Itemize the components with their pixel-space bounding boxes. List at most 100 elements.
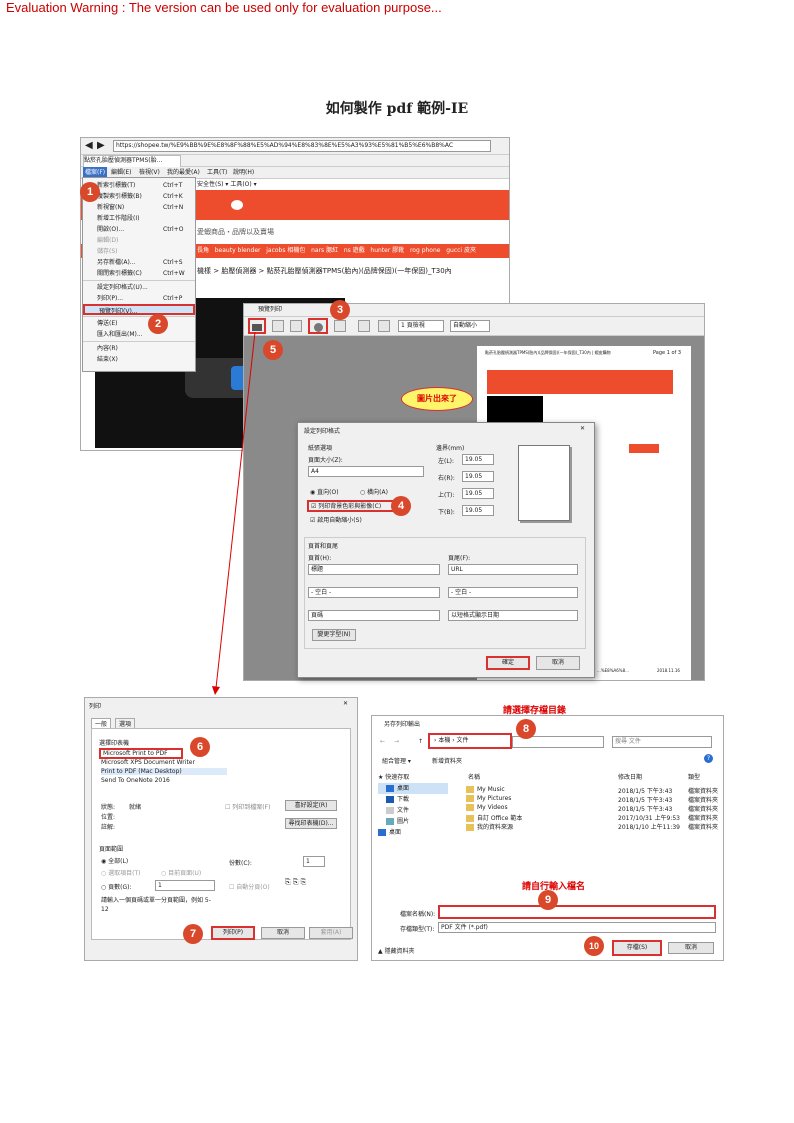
file-row[interactable]: My Videos 2018/1/5 下午3:43 檔案資料夾 xyxy=(466,804,722,813)
portrait-radio[interactable]: ◉ 直向(O) xyxy=(310,487,339,496)
tag[interactable]: gucci 皮夾 xyxy=(446,247,476,254)
file-row[interactable]: 自訂 Office 範本 2017/10/31 上午9:53 檔案資料夾 xyxy=(466,813,722,822)
file-row[interactable]: My Music 2018/1/5 下午3:43 檔案資料夾 xyxy=(466,786,722,795)
back-icon[interactable]: ◀ xyxy=(85,140,93,151)
page-setup-button[interactable] xyxy=(308,318,328,334)
tag[interactable]: jacobs 相機包 xyxy=(266,247,305,254)
printer-item[interactable]: Microsoft XPS Document Writer xyxy=(101,759,195,766)
nav-item[interactable]: 桌面 xyxy=(378,827,448,838)
menu-item[interactable]: 關閉索引標籤(C) Ctrl+W xyxy=(83,268,195,279)
margin-bottom-input[interactable]: 19.05 xyxy=(462,505,494,516)
copies-input[interactable]: 1 xyxy=(303,856,325,867)
nav-back-icon[interactable]: ← xyxy=(380,738,385,745)
printer-item[interactable]: Send To OneNote 2016 xyxy=(101,777,170,784)
zoom-select[interactable]: 自動縮小 xyxy=(450,320,490,332)
close-icon[interactable]: ✕ xyxy=(343,700,348,707)
menu-item[interactable]: 傳送(E)▸ xyxy=(83,318,195,329)
new-folder-button[interactable]: 新增資料夾 xyxy=(432,756,462,765)
range-pages-radio[interactable]: ○ 頁數(G): xyxy=(101,882,132,891)
header-select-1[interactable]: 標題 xyxy=(308,564,440,575)
nav-forward-icon[interactable]: → xyxy=(394,738,399,745)
collate-checkbox[interactable]: ☐ 自動分頁(O) xyxy=(229,882,270,891)
apply-button[interactable]: 套用(A) xyxy=(309,927,353,939)
shrink-checkbox[interactable]: ☑ 啟用自動縮小(S) xyxy=(310,515,362,524)
page-view-select[interactable]: 1 頁檢視 xyxy=(398,320,444,332)
forward-icon[interactable]: ▶ xyxy=(97,140,105,151)
footer-select-1[interactable]: URL xyxy=(448,564,578,575)
range-all-radio[interactable]: ◉ 全部(L) xyxy=(101,856,128,865)
print-button[interactable]: 列印(P) xyxy=(211,926,255,940)
file-row[interactable]: My Pictures 2018/1/5 下午3:43 檔案資料夾 xyxy=(466,795,722,804)
portrait-icon[interactable] xyxy=(272,320,284,332)
filetype-select[interactable]: PDF 文件 (*.pdf) xyxy=(438,922,716,933)
nav-item[interactable]: 圖片 xyxy=(378,816,448,827)
ok-button[interactable]: 確定 xyxy=(486,656,530,670)
col-name[interactable]: 名稱 xyxy=(468,772,480,781)
full-width-icon[interactable] xyxy=(358,320,370,332)
landscape-radio[interactable]: ○ 橫向(A) xyxy=(360,487,388,496)
pages-input[interactable]: 1 xyxy=(155,880,215,891)
change-font-button[interactable]: 變更字型(N) xyxy=(312,629,356,641)
menu-item[interactable]: 設定列印格式(U)... xyxy=(83,282,195,293)
col-date[interactable]: 修改日期 xyxy=(618,772,642,781)
tag[interactable]: beauty blender xyxy=(215,247,261,254)
menu-item[interactable]: 開啟(O)... Ctrl+O xyxy=(83,224,195,235)
paper-size-select[interactable]: A4 xyxy=(308,466,424,477)
col-type[interactable]: 類型 xyxy=(688,772,700,781)
menu-item[interactable]: 列印(P)... Ctrl+P xyxy=(83,293,195,304)
header-select-3[interactable]: 頁碼 xyxy=(308,610,440,621)
menu-item[interactable]: 內容(R) xyxy=(83,343,195,354)
menu-item[interactable]: 新視窗(N) Ctrl+N xyxy=(83,202,195,213)
file-row[interactable]: 我的資料來源 2018/1/10 上午11:39 檔案資料夾 xyxy=(466,822,722,831)
range-selection-radio[interactable]: ○ 選取項目(T) xyxy=(101,868,141,877)
full-page-icon[interactable] xyxy=(378,320,390,332)
find-printer-button[interactable]: 尋找印表機(D)... xyxy=(285,818,337,829)
menu-item[interactable]: 另存新檔(A)... Ctrl+S xyxy=(83,257,195,268)
help-icon[interactable]: ? xyxy=(704,754,713,763)
close-icon[interactable]: ✕ xyxy=(580,425,585,432)
tag[interactable]: nars 腮紅 xyxy=(311,247,338,254)
path-bar[interactable]: › 本機 › 文件 xyxy=(428,733,512,749)
cancel-button[interactable]: 取消 xyxy=(261,927,305,939)
filename-input[interactable] xyxy=(438,905,716,919)
nav-item[interactable]: 文件 xyxy=(378,805,448,816)
tag[interactable]: 長角 xyxy=(197,247,209,254)
organize-menu[interactable]: 組合管理 ▾ xyxy=(382,756,411,765)
menu-help[interactable]: 說明(H) xyxy=(233,167,254,178)
menu-item-print-preview[interactable]: 預覽列印(V)... xyxy=(83,304,195,315)
tag[interactable]: rog phone xyxy=(410,247,441,254)
tag[interactable]: hunter 膠靴 xyxy=(370,247,404,254)
printer-item-pdf[interactable]: Microsoft Print to PDF xyxy=(99,748,183,759)
print-to-file-checkbox[interactable]: ☐ 列印到檔案(F) xyxy=(225,802,270,811)
header-select-2[interactable]: - 空白 - xyxy=(308,587,440,598)
footer-select-2[interactable]: - 空白 - xyxy=(448,587,578,598)
landscape-icon[interactable] xyxy=(290,320,302,332)
range-current-radio[interactable]: ○ 目前頁面(U) xyxy=(161,868,201,877)
cancel-button[interactable]: 取消 xyxy=(536,656,580,670)
printer-item[interactable]: Print to PDF (Mac Desktop) xyxy=(101,768,227,775)
menu-item[interactable]: 匯入和匯出(M)... xyxy=(83,329,195,340)
step-marker: 5 xyxy=(263,340,283,360)
quick-access-item[interactable]: ★ 快速存取 xyxy=(378,772,448,783)
tag[interactable]: ns 遊戲 xyxy=(344,247,365,254)
nav-up-icon[interactable]: ↑ xyxy=(418,738,423,745)
margin-left-input[interactable]: 19.05 xyxy=(462,454,494,465)
menu-tools[interactable]: 工具(T) xyxy=(207,167,227,178)
preferences-button[interactable]: 喜好設定(R) xyxy=(285,800,337,811)
margin-top-input[interactable]: 19.05 xyxy=(462,488,494,499)
cancel-button[interactable]: 取消 xyxy=(668,942,714,954)
nav-item[interactable]: 下載 xyxy=(378,794,448,805)
menu-item[interactable]: 結束(X) xyxy=(83,354,195,365)
save-button[interactable]: 存檔(S) xyxy=(612,940,662,956)
url-input[interactable]: https://shopee.tw/%E9%BB%9E%E8%8F%88%E5%… xyxy=(113,140,491,152)
command-tools[interactable]: 安全性(S) ▾ 工具(O) ▾ xyxy=(197,179,257,190)
footer-select-3[interactable]: 以短格式顯示日期 xyxy=(448,610,578,621)
nav-item[interactable]: 桌面 xyxy=(378,783,448,794)
header-footer-icon[interactable] xyxy=(334,320,346,332)
margin-right-input[interactable]: 19.05 xyxy=(462,471,494,482)
comment-label: 註解: xyxy=(101,824,116,831)
hide-folders-toggle[interactable]: ▲ 隱藏資料夾 xyxy=(378,946,415,955)
menu-item[interactable]: 新增工作階段(I) xyxy=(83,213,195,224)
search-input[interactable]: 搜尋 文件 xyxy=(612,736,712,748)
chat-icon[interactable] xyxy=(231,200,243,210)
